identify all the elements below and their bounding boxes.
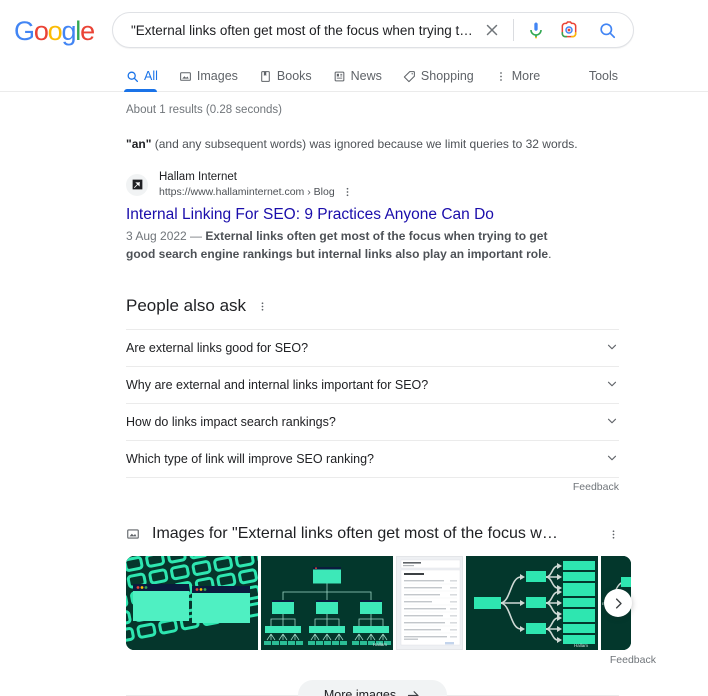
paa-title: People also ask [126,296,247,315]
paa-feedback-link[interactable]: Feedback [573,481,619,493]
news-icon [333,70,346,83]
tab-books[interactable]: Books [259,69,323,91]
carousel-next-button[interactable] [604,589,632,617]
result-title-link[interactable]: Internal Linking For SEO: 9 Practices An… [126,204,708,226]
result-source-row: Hallam Internet https://www.hallamintern… [126,170,708,199]
more-images-label: More images [323,688,397,696]
arrow-right-icon [406,688,421,696]
site-info: Hallam Internet https://www.hallamintern… [159,170,353,199]
paa-question-4-label: Which type of link will improve SEO rank… [126,452,375,466]
image-thumbnail-2[interactable]: Hallam [261,556,393,650]
book-icon [259,70,272,83]
snippet-date: 3 Aug 2022 — [126,229,206,243]
svg-text:Hallam: Hallam [574,643,588,648]
images-section: Images for "External links often get mos… [126,523,708,696]
images-feedback-link[interactable]: Feedback [610,654,656,666]
result-stats: About 1 results (0.28 seconds) [126,104,282,116]
result-options-kebab-icon[interactable] [342,186,353,198]
tab-shopping-label: Shopping [420,69,474,83]
ignored-term: "an" [126,137,152,151]
search-results-main: About 1 results (0.28 seconds) "an" (and… [0,92,708,696]
paa-footer: Feedback [126,477,619,493]
chevron-down-icon[interactable] [605,451,619,468]
snippet-tail: . [548,246,552,261]
paa-question-1[interactable]: Are external links good for SEO? [126,329,619,366]
chevron-down-icon[interactable] [605,414,619,431]
paa-question-4[interactable]: Which type of link will improve SEO rank… [126,440,619,477]
paa-question-1-label: Are external links good for SEO? [126,341,309,355]
kebab-icon [495,70,507,83]
paa-question-2-label: Why are external and internal links impo… [126,378,429,392]
tab-news-label: News [350,69,382,83]
search-submit-icon[interactable] [595,18,619,42]
more-images-row: More images [126,680,619,696]
tab-news[interactable]: News [333,69,393,91]
favicon [126,173,148,196]
tab-more[interactable]: More [495,69,551,91]
images-feedback-row: Feedback [126,654,708,666]
svg-text:Hallam: Hallam [373,642,387,647]
query-word-limit-notice: "an" (and any subsequent words) was igno… [126,136,708,152]
paa-question-2[interactable]: Why are external and internal links impo… [126,366,619,403]
page-header: Google [0,0,708,60]
search-result-item: Hallam Internet https://www.hallamintern… [126,170,708,263]
search-icon [126,70,139,83]
site-name: Hallam Internet [159,171,237,183]
images-section-title: Images for "External links often get mos… [152,525,558,542]
tab-images-label: Images [196,69,238,83]
search-divider [513,19,514,41]
site-url-row: https://www.hallaminternet.com › Blog [159,185,353,199]
chevron-down-icon[interactable] [605,340,619,357]
paa-question-3[interactable]: How do links impact search rankings? [126,403,619,440]
paa-header: People also ask [126,295,619,317]
search-nav-tabs: All Images Books News Shopping More Tool… [0,60,708,92]
tag-icon [403,70,416,83]
paa-question-3-label: How do links impact search rankings? [126,415,336,429]
image-thumbnail-4[interactable]: Hallam [466,556,598,650]
people-also-ask-section: People also ask Are external links good … [126,295,619,493]
google-lens-icon[interactable] [557,18,581,42]
microphone-icon[interactable] [524,18,548,42]
tab-shopping[interactable]: Shopping [403,69,485,91]
chevron-down-icon[interactable] [605,377,619,394]
site-url: https://www.hallaminternet.com › Blog [159,186,335,198]
search-bar[interactable] [112,12,634,48]
tab-more-label: More [511,69,541,83]
tab-all[interactable]: All [124,69,169,92]
google-logo[interactable]: Google [14,16,95,47]
image-icon [126,527,140,541]
paa-options-kebab-icon[interactable] [257,300,268,313]
images-header: Images for "External links often get mos… [126,523,619,545]
more-images-button[interactable]: More images [297,680,448,696]
search-input[interactable] [113,22,479,38]
tab-images[interactable]: Images [179,69,249,91]
tab-books-label: Books [276,69,312,83]
image-thumbnail-1[interactable] [126,556,258,650]
tab-all-label: All [144,69,158,83]
image-thumbnail-3[interactable] [396,556,463,650]
notice-text: (and any subsequent words) was ignored b… [151,137,578,151]
result-snippet: 3 Aug 2022 — External links often get mo… [126,228,574,263]
clear-search-button[interactable] [479,17,505,43]
tools-button[interactable]: Tools [589,69,618,83]
image-icon [179,70,192,83]
images-options-kebab-icon[interactable] [608,528,619,541]
